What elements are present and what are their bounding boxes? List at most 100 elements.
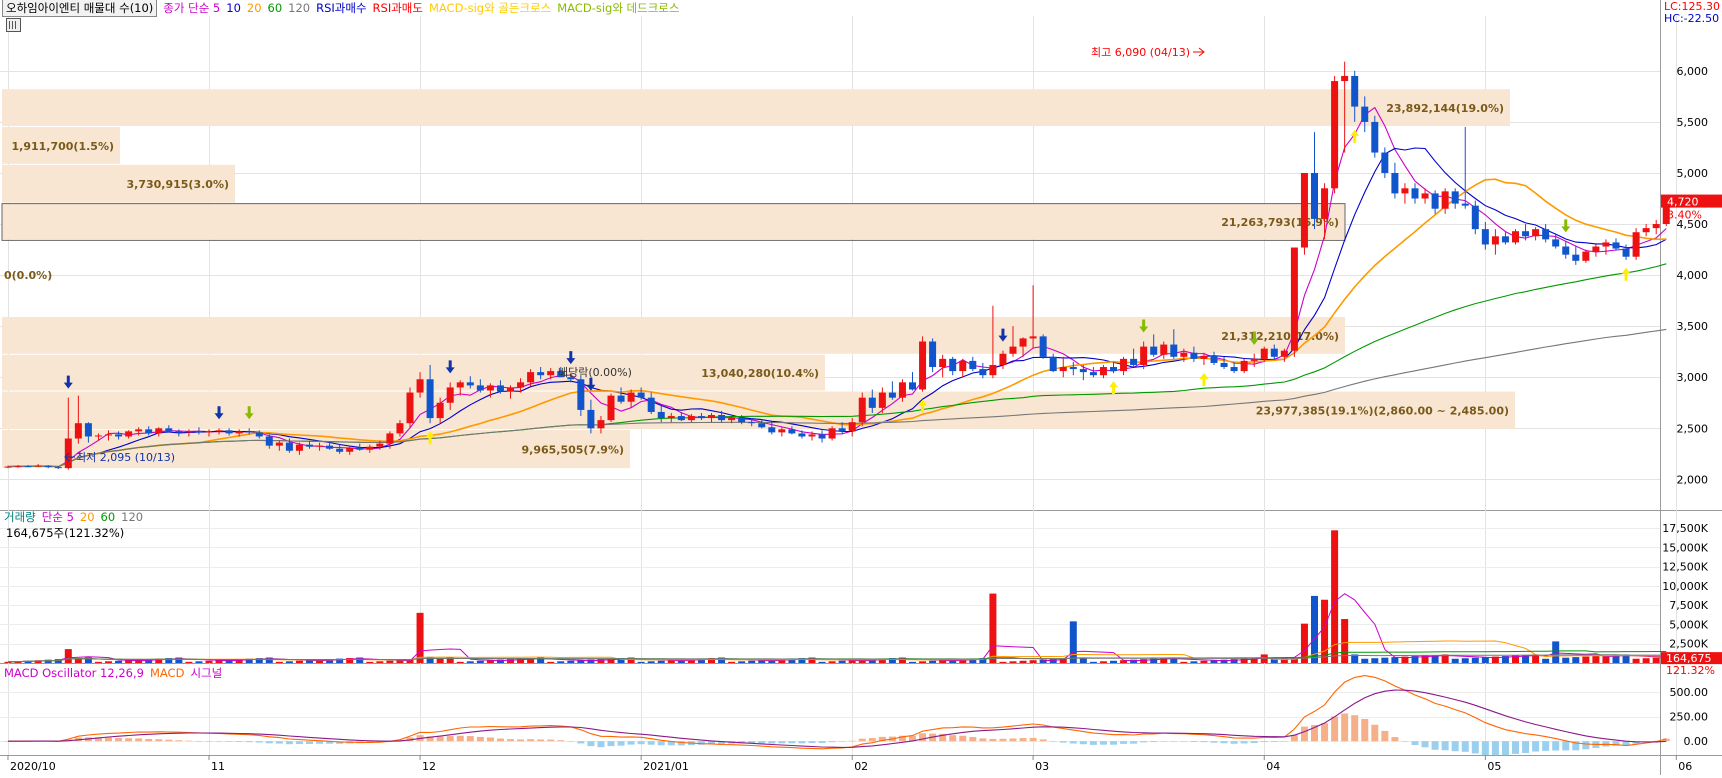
price-legend-item[interactable]: 종가 단순 5 xyxy=(163,0,220,16)
macd-oscillator-bar xyxy=(567,740,575,742)
time-tick-label: 2020/10 xyxy=(10,760,56,773)
volume-bar xyxy=(426,656,434,663)
candle-body xyxy=(1381,152,1389,173)
candle-body xyxy=(1130,358,1138,365)
volume-bar xyxy=(567,660,575,663)
candle-body xyxy=(1421,193,1429,199)
candle-body xyxy=(667,416,675,419)
volume-legend-item[interactable]: 60 xyxy=(101,510,116,524)
macd-tick-label: 0.00 xyxy=(1684,735,1709,748)
candle-body xyxy=(446,387,454,403)
volume-bar xyxy=(547,661,555,663)
candle-body xyxy=(1160,344,1168,355)
price-legend-item[interactable]: 20 xyxy=(247,1,262,15)
macd-oscillator-bar xyxy=(1391,737,1399,742)
price-legend-item[interactable]: RSI과매수 xyxy=(316,0,366,16)
volume-bar xyxy=(1381,657,1389,663)
macd-oscillator-bar xyxy=(808,741,816,744)
volume-legend-item[interactable]: 120 xyxy=(121,510,143,524)
time-tick-label: 2021/01 xyxy=(643,760,689,773)
macd-oscillator-bar xyxy=(125,738,133,742)
volume-bar xyxy=(1592,656,1600,663)
macd-oscillator-bar xyxy=(275,741,283,744)
candle-body xyxy=(34,465,42,467)
candle-body xyxy=(1522,231,1530,237)
volume-bar xyxy=(94,661,102,663)
volume-bar xyxy=(416,612,424,663)
price-legend-item[interactable]: MACD-sig와 데드크로스 xyxy=(557,0,679,16)
volume-legend-item[interactable]: 단순 5 xyxy=(42,509,74,525)
macd-oscillator-bar xyxy=(1210,741,1218,743)
macd-oscillator-bar xyxy=(1532,741,1540,752)
volume-bar xyxy=(295,660,303,663)
macd-oscillator-bar xyxy=(1260,741,1268,743)
candle-body xyxy=(868,397,876,408)
candle-body xyxy=(728,418,736,421)
macd-oscillator-bar xyxy=(456,735,464,742)
candle-body xyxy=(1642,228,1650,233)
macd-oscillator-bar xyxy=(225,741,233,742)
candle-body xyxy=(1230,367,1238,372)
price-legend-item[interactable]: 10 xyxy=(226,1,241,15)
macd-oscillator-bar xyxy=(527,739,535,742)
volume-bar xyxy=(386,660,394,663)
price-tick-label: 4,000 xyxy=(1677,269,1709,282)
candle-body xyxy=(507,387,514,392)
candle-body xyxy=(657,411,665,419)
candle-body xyxy=(607,395,615,421)
volume-bar xyxy=(647,661,655,663)
candle-body xyxy=(1009,346,1017,354)
candle-body xyxy=(14,466,22,468)
candle-body xyxy=(1140,346,1148,365)
macd-oscillator-bar xyxy=(145,738,153,742)
candle-body xyxy=(4,466,12,468)
candle-body xyxy=(135,429,143,432)
macd-legend-item[interactable]: MACD xyxy=(150,666,184,680)
candle-body xyxy=(1039,336,1047,357)
price-legend-item[interactable]: MACD-sig와 골든크로스 xyxy=(429,0,551,16)
macd-oscillator-bar xyxy=(1089,741,1097,745)
volume-bar xyxy=(275,661,283,663)
volume-profile-label: 23,977,385(19.1%)(2,860.00 ~ 2,485.00) xyxy=(1256,405,1509,418)
candle-body xyxy=(1361,106,1369,122)
chart-canvas: 0(0.0%)1,911,700(1.5%)3,730,915(3.0%)6,3… xyxy=(0,0,1722,775)
volume-bar xyxy=(376,661,384,663)
macd-oscillator-bar xyxy=(979,738,987,742)
macd-oscillator-bar xyxy=(1522,741,1530,754)
price-tick-label: 3,500 xyxy=(1677,320,1709,333)
macd-oscillator-bar xyxy=(1130,741,1138,744)
volume-bar xyxy=(1642,658,1650,663)
price-legend-item[interactable]: 오하임아이엔티 매물대 수(10) xyxy=(2,0,158,17)
macd-oscillator-bar xyxy=(1401,741,1409,742)
volume-bar xyxy=(748,660,756,663)
candle-body xyxy=(1210,355,1218,363)
price-legend-item[interactable]: 120 xyxy=(288,1,310,15)
volume-bar xyxy=(1391,657,1399,663)
candle-body xyxy=(637,392,645,398)
candle-body xyxy=(1190,352,1198,359)
macd-legend-item[interactable]: 시그널 xyxy=(190,665,222,681)
candle-body xyxy=(758,423,766,428)
macd-oscillator-bar xyxy=(446,736,454,742)
grid-toggle-icon[interactable] xyxy=(6,18,21,32)
macd-oscillator-bar xyxy=(758,741,766,744)
volume-legend-item[interactable]: 20 xyxy=(80,510,95,524)
macd-legend-item[interactable]: MACD Oscillator 12,26,9 xyxy=(4,666,144,680)
candle-body xyxy=(788,429,796,434)
candle-body xyxy=(1019,338,1027,347)
volume-bar xyxy=(1341,619,1349,663)
macd-oscillator-bar xyxy=(1120,741,1128,744)
macd-oscillator-bar xyxy=(547,739,555,742)
macd-oscillator-bar xyxy=(828,741,836,743)
volume-legend-item[interactable]: 거래량 xyxy=(4,509,36,525)
price-legend-item[interactable]: 60 xyxy=(268,1,283,15)
volume-profile-label: 13,040,280(10.4%) xyxy=(701,367,819,380)
macd-oscillator-bar xyxy=(1321,723,1329,742)
price-legend-item[interactable]: RSI과매도 xyxy=(373,0,423,16)
candle-body xyxy=(878,392,886,408)
macd-oscillator-bar xyxy=(617,741,625,746)
macd-oscillator-bar xyxy=(1280,741,1288,742)
volume-bar xyxy=(1652,657,1660,663)
volume-bar xyxy=(1542,658,1550,663)
candle-body xyxy=(1059,367,1067,372)
